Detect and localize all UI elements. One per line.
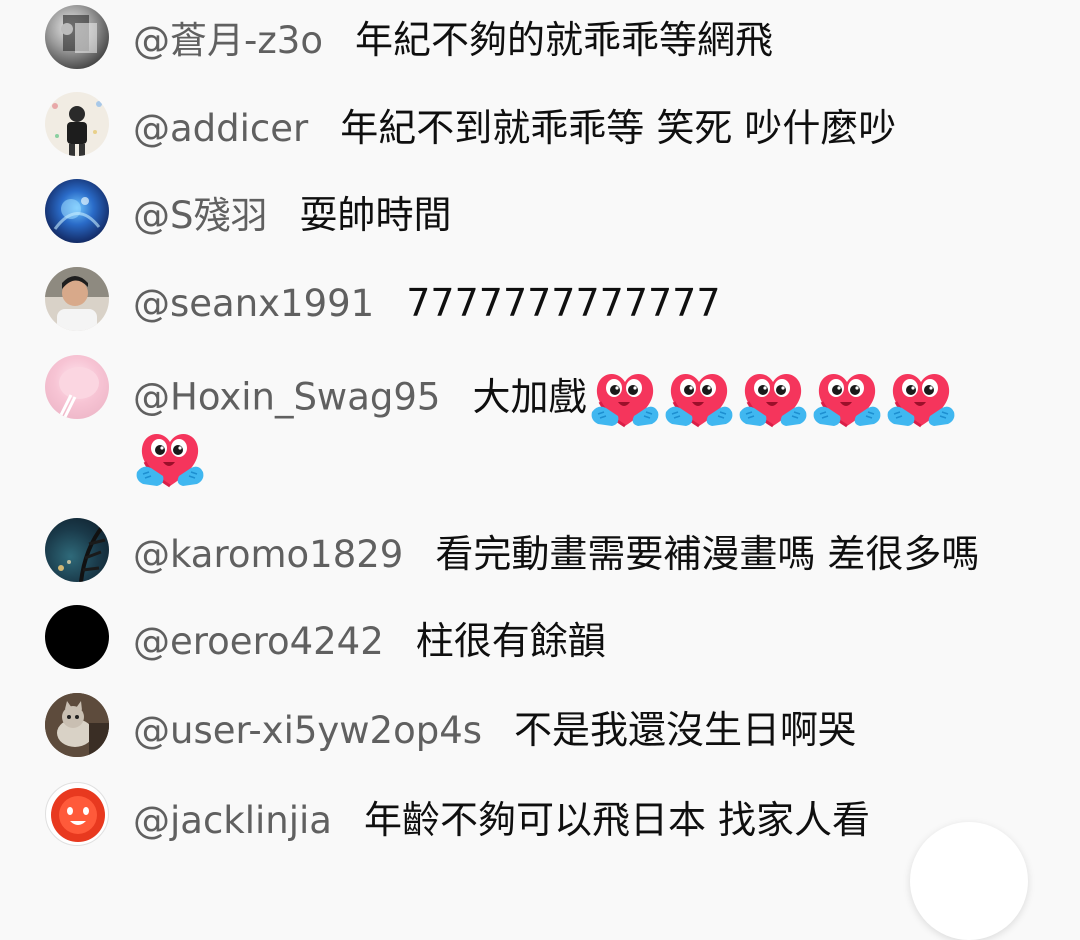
heart-hug-emoji [738,366,808,432]
heart-hug-emoji [812,366,882,432]
comment-username[interactable]: @jacklinjia [133,799,332,842]
avatar[interactable] [45,267,109,331]
comment-text: 年紀不到就乖乖等 笑死 吵什麼吵 [340,106,897,150]
emoji-row [586,366,956,432]
comment-text: 柱很有餘韻 [415,619,606,663]
comment-username[interactable]: @eroero4242 [133,620,384,663]
comment-username[interactable]: @S殘羽 [133,194,268,237]
emoji-row-wrap [135,426,205,492]
comment-username[interactable]: @Hoxin_Swag95 [133,376,440,419]
comment-line: @seanx1991 7777777777777 [133,273,721,333]
comment-row: @eroero4242 柱很有餘韻 [0,603,1080,683]
comment-row: @karomo1829 看完動畫需要補漫畫嗎 差很多嗎 [0,516,1080,596]
avatar[interactable] [45,782,109,846]
heart-hug-emoji [886,366,956,432]
comment-username[interactable]: @addicer [133,107,308,150]
comment-text: 年紀不夠的就乖乖等網飛 [354,18,773,62]
comment-line: @karomo1829 看完動畫需要補漫畫嗎 差很多嗎 [133,524,979,584]
avatar[interactable] [45,179,109,243]
comment-line: @蒼月-z3o 年紀不夠的就乖乖等網飛 [133,10,773,70]
comment-row: @seanx1991 7777777777777 [0,263,1080,343]
comment-username[interactable]: @蒼月-z3o [133,19,323,62]
comment-text: 看完動畫需要補漫畫嗎 差很多嗎 [435,532,980,576]
comment-line: @addicer 年紀不到就乖乖等 笑死 吵什麼吵 [133,98,896,158]
avatar[interactable] [45,5,109,69]
avatar[interactable] [45,92,109,156]
comment-row: @S殘羽 耍帥時間 [0,175,1080,255]
avatar[interactable] [45,518,109,582]
comment-row: @jacklinjia 年齡不夠可以飛日本 找家人看 [0,778,1080,846]
comment-text: 耍帥時間 [299,193,452,237]
comment-username[interactable]: @seanx1991 [133,282,374,325]
heart-hug-emoji [590,366,660,432]
comment-row: @addicer 年紀不到就乖乖等 笑死 吵什麼吵 [0,88,1080,168]
avatar[interactable] [45,605,109,669]
comment-line: @eroero4242 柱很有餘韻 [133,611,606,671]
comment-username[interactable]: @user-xi5yw2op4s [133,709,482,752]
comment-row: @蒼月-z3o 年紀不夠的就乖乖等網飛 [0,0,1080,80]
floating-action-button[interactable] [910,822,1028,940]
comment-text: 不是我還沒生日啊哭 [514,708,857,752]
heart-hug-emoji [664,366,734,432]
comment-username[interactable]: @karomo1829 [133,533,403,576]
comment-text: 大加戲 [472,374,587,419]
comment-line: @Hoxin_Swag95 大加戲 [133,366,956,428]
heart-hug-emoji [135,426,205,492]
comment-line: @user-xi5yw2op4s 不是我還沒生日啊哭 [133,700,856,760]
avatar[interactable] [45,355,109,419]
avatar[interactable] [45,693,109,757]
comment-line: @jacklinjia 年齡不夠可以飛日本 找家人看 [133,790,870,850]
comment-row: @user-xi5yw2op4s 不是我還沒生日啊哭 [0,690,1080,770]
comment-text: 7777777777777 [406,281,721,325]
comment-text: 年齡不夠可以飛日本 找家人看 [363,798,871,842]
comment-line: @S殘羽 耍帥時間 [133,185,452,245]
